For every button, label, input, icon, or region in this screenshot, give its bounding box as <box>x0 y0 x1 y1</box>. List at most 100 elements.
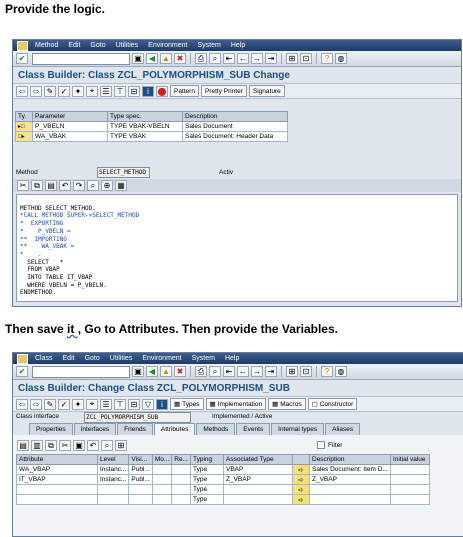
attribute-level[interactable]: Instanc... <box>96 464 130 475</box>
cut-icon[interactable]: ✂ <box>59 440 71 451</box>
readonly-checkbox[interactable] <box>171 494 191 505</box>
attribute-description[interactable]: Sales Document: Item D... <box>309 464 391 475</box>
menu-edit[interactable]: Edit <box>58 355 80 362</box>
tab-methods[interactable]: Methods <box>196 423 236 435</box>
find-icon[interactable]: ⊞ <box>115 440 127 451</box>
parameter-type[interactable]: TYPE VBAK-VBELN <box>107 121 183 132</box>
info-icon[interactable]: i <box>142 85 154 97</box>
insert-icon[interactable]: ⊕ <box>101 180 113 191</box>
menu-goto[interactable]: Goto <box>80 355 105 362</box>
activate-icon[interactable]: ✦ <box>72 398 84 410</box>
menu-system[interactable]: System <box>187 355 220 362</box>
tab-friends[interactable]: Friends <box>117 423 153 435</box>
find-icon[interactable]: ⌕ <box>209 53 221 64</box>
paste-icon[interactable]: ▤ <box>45 180 57 191</box>
hierarchy-icon[interactable]: ⊤ <box>114 85 126 97</box>
table-row[interactable]: Type ➪ <box>16 494 430 505</box>
layout-icon[interactable]: ◍ <box>335 53 347 64</box>
copy-row-icon[interactable]: ⧉ <box>45 440 57 451</box>
attribute-initial-value[interactable] <box>390 494 430 505</box>
enter-icon[interactable]: ✔ <box>16 53 28 64</box>
menu-help[interactable]: Help <box>220 355 244 362</box>
enter-icon[interactable]: ✔ <box>16 366 28 377</box>
filter-toggle[interactable]: Filter <box>317 441 342 449</box>
tab-events[interactable]: Events <box>236 423 271 435</box>
readonly-checkbox[interactable] <box>171 464 191 475</box>
first-page-icon[interactable]: ⇤ <box>223 53 235 64</box>
back-arrow-icon[interactable]: ⇦ <box>16 85 28 97</box>
check-icon[interactable]: ✓ <box>58 85 70 97</box>
next-page-icon[interactable]: → <box>251 366 263 377</box>
arrow-right-icon[interactable]: ➪ <box>292 494 310 505</box>
attribute-description[interactable] <box>309 484 391 495</box>
command-field[interactable] <box>32 52 130 65</box>
attribute-typing[interactable]: Type <box>190 464 224 475</box>
menu-goto[interactable]: Goto <box>85 42 110 49</box>
cancel-icon[interactable]: ✖ <box>174 53 186 64</box>
filter-checkbox[interactable] <box>317 441 325 449</box>
modeled-checkbox[interactable] <box>151 494 173 505</box>
menu-environment[interactable]: Environment <box>143 42 192 49</box>
menu-environment[interactable]: Environment <box>137 355 186 362</box>
print-icon[interactable]: ⎙ <box>195 53 207 64</box>
attribute-associated-type[interactable] <box>223 494 293 505</box>
back-icon[interactable]: ◀ <box>146 366 158 377</box>
arrow-right-icon[interactable]: ➪ <box>292 474 310 485</box>
where-used-icon[interactable]: ⌖ <box>86 398 98 410</box>
command-field[interactable] <box>32 365 130 378</box>
cancel-icon[interactable]: ✖ <box>174 366 186 377</box>
insert-row-icon[interactable]: ▤ <box>17 440 29 451</box>
parameter-description[interactable]: Sales Document <box>182 121 288 132</box>
undo-icon[interactable]: ↶ <box>59 180 71 191</box>
check-icon[interactable]: ✓ <box>58 398 70 410</box>
find-icon[interactable]: ⌕ <box>87 180 99 191</box>
activate-icon[interactable]: ✦ <box>72 85 84 97</box>
new-session-icon[interactable]: ⊞ <box>286 366 298 377</box>
forward-arrow-icon[interactable]: ⇨ <box>30 398 42 410</box>
enhance-icon[interactable]: ⊟ <box>128 398 140 410</box>
help-icon[interactable]: ? <box>321 366 333 377</box>
attribute-description[interactable] <box>309 494 391 505</box>
arrow-right-icon[interactable]: ➪ <box>292 464 310 475</box>
attribute-visibility[interactable] <box>128 484 153 495</box>
macros-button[interactable]: ▦ Macros <box>268 398 306 410</box>
attribute-name[interactable] <box>16 484 98 495</box>
menu-utilities[interactable]: Utilities <box>111 42 144 49</box>
last-page-icon[interactable]: ⇥ <box>265 366 277 377</box>
table-row[interactable]: □▸ WA_VBAK TYPE VBAK Sales Document: Hea… <box>15 131 288 142</box>
parameter-name[interactable]: P_VBELN <box>32 121 108 132</box>
table-row[interactable]: WA_VBAP Instanc... Publ... Type VBAP ➪ S… <box>16 464 430 475</box>
pretty-printer-button[interactable]: Pretty Printer <box>200 85 247 97</box>
save-icon[interactable]: ▣ <box>132 366 144 377</box>
display-change-icon[interactable]: ✎ <box>44 85 56 97</box>
undo-icon[interactable]: ↶ <box>87 440 99 451</box>
modeled-checkbox[interactable] <box>151 484 173 495</box>
menu-edit[interactable]: Edit <box>63 42 85 49</box>
attribute-associated-type[interactable] <box>223 484 293 495</box>
modeled-checkbox[interactable] <box>151 464 173 475</box>
attribute-level[interactable]: Instanc... <box>96 474 130 485</box>
last-page-icon[interactable]: ⇥ <box>265 53 277 64</box>
parameter-name[interactable]: WA_VBAK <box>32 131 108 142</box>
modeled-checkbox[interactable] <box>151 474 173 485</box>
filter-icon[interactable]: ▽ <box>142 398 154 410</box>
info-icon[interactable]: i <box>156 398 168 410</box>
attribute-typing[interactable]: Type <box>190 474 224 485</box>
find-icon[interactable]: ⌕ <box>209 366 221 377</box>
prev-page-icon[interactable]: ← <box>237 53 249 64</box>
attribute-visibility[interactable]: Publ... <box>128 464 153 475</box>
back-icon[interactable]: ◀ <box>146 53 158 64</box>
back-arrow-icon[interactable]: ⇦ <box>16 398 28 410</box>
exit-icon[interactable]: ▲ <box>160 53 172 64</box>
attribute-typing[interactable]: Type <box>190 484 224 495</box>
object-list-icon[interactable]: ☰ <box>100 398 112 410</box>
first-page-icon[interactable]: ⇤ <box>223 366 235 377</box>
implementation-button[interactable]: ▦ Implementation <box>205 398 267 410</box>
next-page-icon[interactable]: → <box>251 53 263 64</box>
enhance-icon[interactable]: ⊟ <box>128 85 140 97</box>
attribute-initial-value[interactable] <box>390 484 430 495</box>
attribute-visibility[interactable]: Publ... <box>128 474 153 485</box>
menu-utilities[interactable]: Utilities <box>105 355 138 362</box>
attribute-name[interactable] <box>16 494 98 505</box>
attribute-associated-type[interactable]: VBAP <box>223 464 293 475</box>
